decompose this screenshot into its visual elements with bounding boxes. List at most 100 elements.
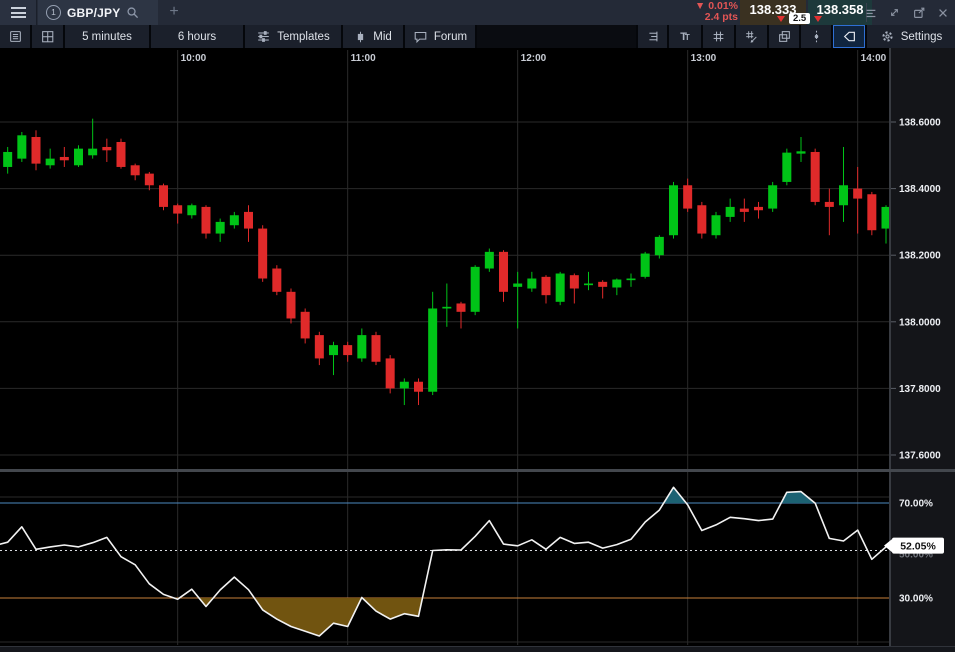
hamburger-menu-icon [11, 7, 26, 9]
grid-toggle-button[interactable] [703, 25, 734, 48]
chart-toolbar: 5 minutes 6 hours Templates Mid [0, 25, 955, 48]
instrument-number-badge: 1 [46, 5, 61, 20]
gear-icon [880, 29, 895, 44]
spread-cluster: 2.5 [777, 13, 822, 24]
range-label: 6 hours [178, 31, 216, 43]
candle [414, 382, 423, 392]
add-tab-button[interactable]: + [163, 0, 185, 25]
candle [46, 159, 55, 166]
layout-grid-icon [40, 29, 55, 44]
main-menu-button[interactable] [0, 0, 37, 25]
pointer-tool-icon [842, 29, 857, 44]
top-bar: 1 GBP/JPY + ▼ 0.01% 2.4 pts 138.333 138.… [0, 0, 955, 25]
candle [457, 303, 466, 311]
candle [442, 307, 451, 309]
candle [315, 335, 324, 358]
candle [272, 269, 281, 292]
candle [258, 229, 267, 279]
timeframe-label: 5 minutes [82, 31, 132, 43]
crosshair-button[interactable] [801, 25, 831, 48]
candle [683, 185, 692, 208]
candle [754, 207, 763, 210]
candle [386, 358, 395, 388]
candle [726, 207, 735, 217]
candle [485, 252, 494, 269]
ask-down-triangle-icon [814, 16, 822, 22]
candle [570, 275, 579, 288]
windows-icon [777, 29, 792, 44]
candle [641, 254, 650, 277]
watchlist-button[interactable] [0, 25, 30, 48]
candle [584, 284, 593, 286]
instrument-tab[interactable]: 1 GBP/JPY [38, 0, 158, 25]
candle [244, 212, 253, 229]
popout-icon[interactable] [910, 4, 927, 21]
annotate-button[interactable] [736, 25, 767, 48]
settings-label: Settings [901, 31, 943, 43]
templates-button[interactable]: Templates [245, 25, 341, 48]
candle [372, 335, 381, 362]
candle [740, 209, 749, 212]
chart-canvas[interactable]: 10:0011:0012:0013:0014:00138.6000138.400… [0, 48, 955, 652]
time-axis-label: 14:00 [861, 53, 887, 64]
candle [88, 149, 97, 156]
toolbar-spacer [477, 25, 636, 48]
mid-price-icon [354, 30, 367, 44]
text-tool-button[interactable]: TT [669, 25, 701, 48]
settings-button[interactable]: Settings [867, 25, 955, 48]
candle [612, 280, 621, 288]
scale-button[interactable] [638, 25, 667, 48]
candle [428, 308, 437, 391]
spread-badge: 2.5 [789, 13, 810, 24]
range-button[interactable]: 6 hours [151, 25, 243, 48]
candle [882, 207, 891, 229]
timeframe-button[interactable]: 5 minutes [65, 25, 149, 48]
candle [145, 174, 154, 186]
candle [131, 165, 140, 175]
candle [655, 237, 664, 255]
expand-icon[interactable] [886, 4, 903, 21]
candlestick-series [0, 119, 891, 405]
candle [74, 149, 83, 166]
candle [513, 284, 522, 287]
mid-price-button[interactable]: Mid [343, 25, 403, 48]
time-axis[interactable]: 10:0011:0012:0013:0014:00 [181, 53, 887, 64]
candle [797, 151, 806, 153]
windows-button[interactable] [769, 25, 799, 48]
templates-label: Templates [277, 31, 329, 43]
scale-icon [645, 29, 660, 44]
price-axis-label: 137.6000 [899, 451, 941, 462]
close-icon[interactable] [934, 4, 951, 21]
price-axis-background[interactable] [891, 48, 955, 652]
rsi-current-value-badge: 52.05% [884, 538, 944, 554]
time-axis-label: 11:00 [351, 53, 376, 64]
price-axis-label: 138.6000 [899, 118, 941, 129]
rsi-current-value-label: 52.05% [900, 540, 936, 552]
candle [301, 312, 310, 339]
candle [102, 147, 111, 150]
search-icon[interactable] [126, 6, 139, 19]
candle [343, 345, 352, 355]
candle [853, 189, 862, 199]
candle [627, 279, 636, 281]
candle [17, 135, 26, 158]
forum-button[interactable]: Forum [405, 25, 475, 48]
candle [867, 194, 876, 230]
rsi-panel [0, 487, 889, 636]
candle [60, 157, 69, 160]
text-tool-icon: TT [680, 31, 690, 43]
forum-label: Forum [434, 31, 467, 43]
candle [159, 185, 168, 207]
panel-divider[interactable] [0, 469, 955, 472]
candle [598, 282, 607, 287]
candle [287, 292, 296, 319]
layout-grid-button[interactable] [32, 25, 63, 48]
pointer-tool-button[interactable] [833, 25, 865, 48]
templates-icon [256, 29, 271, 44]
crosshair-icon [809, 29, 824, 44]
candle [825, 202, 834, 207]
candle [471, 267, 480, 312]
panel-menu-icon[interactable] [862, 4, 879, 21]
candle [216, 222, 225, 234]
bid-down-triangle-icon [777, 16, 785, 22]
